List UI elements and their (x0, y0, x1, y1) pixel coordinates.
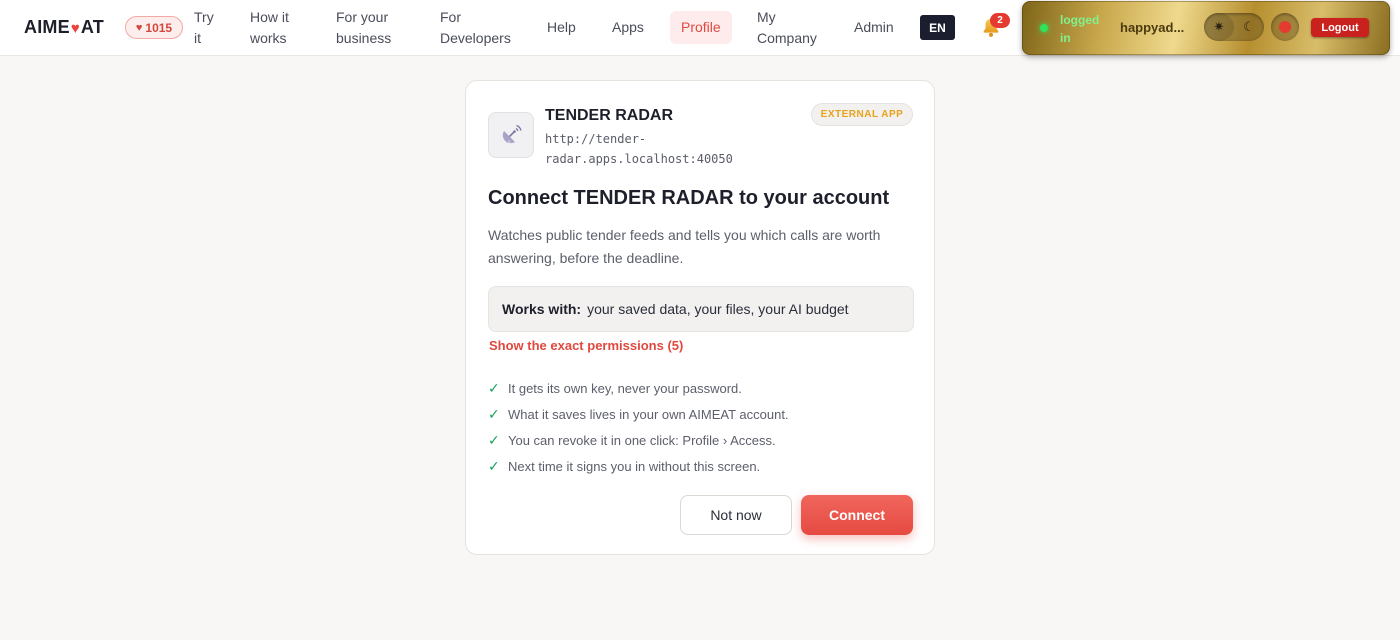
nav-link-profile[interactable]: Profile (670, 11, 732, 44)
logo-text-left: AIME (24, 17, 70, 37)
notification-count-badge: 2 (990, 13, 1010, 28)
nav-link-admin[interactable]: Admin (854, 17, 894, 38)
check-icon: ✓ (488, 457, 500, 474)
logo[interactable]: AIME♥AT (24, 17, 104, 38)
heart-icon: ♥ (70, 20, 80, 37)
likes-badge[interactable]: ♥ 1015 (125, 16, 183, 39)
nav-link-apps[interactable]: Apps (612, 17, 644, 38)
list-item: ✓ What it saves lives in your own AIMEAT … (488, 401, 789, 427)
nav-link-how-it-works[interactable]: How it works (250, 7, 289, 49)
record-button[interactable] (1271, 13, 1299, 41)
page-title: Connect TENDER RADAR to your account (488, 187, 890, 209)
works-with-box: Works with: your saved data, your files,… (488, 286, 914, 332)
session-panel: logged in happyad... ✷ ☾ Logout (1022, 1, 1390, 55)
nav-label: Try (194, 9, 214, 25)
likes-count: 1015 (145, 20, 173, 35)
nav-label: For your (336, 9, 389, 25)
app-description: Watches public tender feeds and tells yo… (488, 227, 881, 266)
online-status-dot (1040, 24, 1048, 32)
connect-button[interactable]: Connect (801, 495, 913, 535)
nav-label: works (250, 30, 287, 46)
language-selector[interactable]: EN (920, 15, 955, 40)
nav-link-for-developers[interactable]: For Developers (440, 7, 511, 49)
not-now-button[interactable]: Not now (680, 495, 792, 535)
logo-text-right: AT (80, 17, 104, 37)
username[interactable]: happyad... (1120, 20, 1184, 35)
assurance-text: You can revoke it in one click: Profile … (508, 432, 776, 448)
nav-label: it (194, 30, 201, 46)
nav-label: My (757, 9, 776, 25)
assurance-list: ✓ It gets its own key, never your passwor… (488, 375, 789, 479)
check-icon: ✓ (488, 379, 500, 396)
logout-button[interactable]: Logout (1311, 18, 1369, 37)
nav-label: Company (757, 30, 817, 46)
nav-label: For (440, 9, 461, 25)
check-icon: ✓ (488, 431, 500, 448)
session-status-line: logged (1060, 13, 1100, 27)
heart-icon: ♥ (135, 21, 143, 34)
session-status-line: in (1060, 31, 1071, 45)
connect-app-card: TENDER RADAR http://tender- radar.apps.l… (465, 80, 935, 555)
list-item: ✓ You can revoke it in one click: Profile… (488, 427, 789, 453)
works-with-label: Works with: (502, 301, 582, 317)
app-url: http://tender- radar.apps.localhost:4005… (545, 129, 765, 169)
app-url-line: http://tender- (545, 132, 647, 146)
nav-label: How it (250, 9, 289, 25)
nav-label: Developers (440, 30, 511, 46)
satellite-dish-icon (488, 112, 534, 158)
app-url-line: radar.apps.localhost:40050 (545, 152, 733, 166)
assurance-text: What it saves lives in your own AIMEAT a… (508, 406, 789, 422)
sun-icon[interactable]: ✷ (1204, 13, 1234, 41)
assurance-text: Next time it signs you in without this s… (508, 458, 761, 474)
list-item: ✓ It gets its own key, never your passwor… (488, 375, 789, 401)
nav-link-my-company[interactable]: My Company (757, 7, 817, 49)
nav-link-try-it[interactable]: Try it (194, 7, 214, 49)
works-with-value: your saved data, your files, your AI bud… (587, 301, 849, 317)
assurance-text: It gets its own key, never your password… (508, 380, 742, 396)
check-icon: ✓ (488, 405, 500, 422)
show-permissions-link[interactable]: Show the exact permissions (5) (489, 338, 683, 353)
list-item: ✓ Next time it signs you in without this … (488, 453, 789, 479)
theme-toggle[interactable]: ✷ ☾ (1204, 13, 1264, 41)
external-app-badge: EXTERNAL APP (811, 103, 913, 126)
nav-label: business (336, 30, 392, 46)
moon-icon[interactable]: ☾ (1234, 13, 1264, 41)
session-status: logged in (1060, 11, 1110, 47)
nav-link-for-your-business[interactable]: For your business (336, 7, 391, 49)
top-navigation: AIME♥AT ♥ 1015 Try it How it works For y… (0, 0, 1400, 56)
app-name: TENDER RADAR (545, 107, 673, 124)
nav-link-help[interactable]: Help (547, 17, 576, 38)
